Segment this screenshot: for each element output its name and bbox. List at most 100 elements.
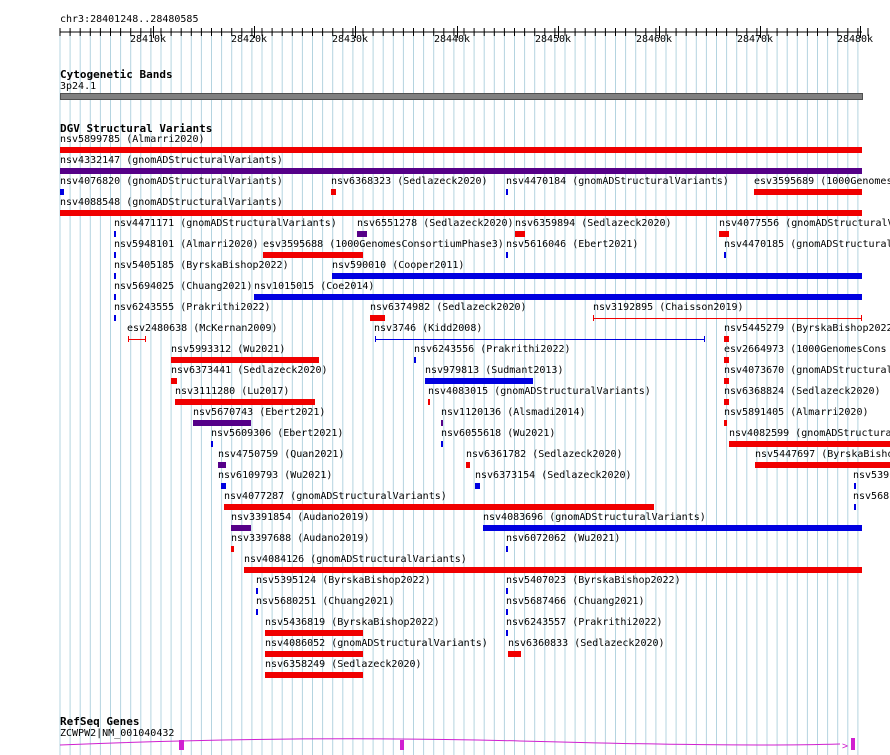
variant-bar[interactable] [60,147,862,153]
variant-label: nsv4471171 (gnomADStructuralVariants) [114,218,337,229]
coordinate-ruler[interactable]: 28410k 28420k 28430k 28440k 28450k 28460k 2847… [0,0,890,60]
variant-bar[interactable] [441,420,443,426]
variant-bar[interactable] [428,399,430,405]
ruler-tick-label: 28480k [836,34,874,45]
variant-bar[interactable] [175,399,315,405]
variant-bar[interactable] [231,546,234,552]
variant-bar[interactable] [375,336,705,342]
variant-bar[interactable] [414,357,416,363]
variant-bar[interactable] [171,357,319,363]
variant-bar[interactable] [593,315,862,321]
ruler-tick-label: 28470k [736,34,774,45]
variant-bar[interactable] [729,441,890,447]
variant-label: nsv5445279 (ByrskaBishop2022 [724,323,890,334]
variant-bar[interactable] [331,189,336,195]
variant-bar[interactable] [425,378,533,384]
ruler-major-tick [355,26,356,38]
variant-bar[interactable] [218,462,226,468]
variant-bar[interactable] [370,315,385,321]
variant-label: nsv6072062 (Wu2021) [506,533,621,544]
variant-bar[interactable] [854,504,856,510]
variant-bar[interactable] [128,336,146,342]
ruler-major-tick [558,26,559,38]
variant-label: nsv6243555 (Prakrithi2022) [114,302,271,313]
variant-bar[interactable] [724,399,729,405]
variant-label: nsv6373154 (Sedlazeck2020) [475,470,632,481]
variant-bar[interactable] [114,273,116,279]
variant-label: nsv6243556 (Prakrithi2022) [414,344,571,355]
variant-bar[interactable] [224,504,654,510]
variant-bar[interactable] [515,231,525,237]
variant-label: esv2664973 (1000GenomesCons [724,344,887,355]
variant-bar[interactable] [265,672,363,678]
variant-bar[interactable] [265,630,363,636]
variant-bar[interactable] [193,420,251,426]
variant-label: nsv4073670 (gnomADStructural [724,365,890,376]
variant-bar[interactable] [60,210,862,216]
variant-bar[interactable] [724,357,729,363]
variant-bar[interactable] [114,315,116,321]
variant-label: nsv3192895 (Chaisson2019) [593,302,744,313]
variant-bar[interactable] [506,189,508,195]
variant-bar[interactable] [854,483,856,489]
variant-bar[interactable] [506,609,508,615]
variant-bar[interactable] [724,420,727,426]
variant-bar[interactable] [724,336,729,342]
variant-label: nsv3391854 (Audano2019) [231,512,370,523]
variant-bar[interactable] [60,189,64,195]
variant-bar[interactable] [508,651,521,657]
variant-label: nsv4086052 (gnomADStructuralVariants) [265,638,488,649]
ruler-major-tick [254,26,255,38]
variant-label: nsv6360833 (Sedlazeck2020) [508,638,665,649]
variant-bar[interactable] [506,630,508,636]
variant-bar[interactable] [244,567,862,573]
variant-bar[interactable] [254,294,862,300]
gene-strand-arrow-icon: > [842,741,848,752]
variant-label: nsv6368323 (Sedlazeck2020) [331,176,488,187]
variant-bar[interactable] [265,651,363,657]
variant-label: nsv3111280 (Lu2017) [175,386,290,397]
variant-bar[interactable] [506,546,508,552]
variant-label: nsv5993312 (Wu2021) [171,344,286,355]
variant-bar[interactable] [60,168,862,174]
variant-bar[interactable] [506,588,508,594]
variant-bar[interactable] [506,252,508,258]
ruler-tick-label: 28440k [433,34,471,45]
variant-label: nsv979813 (Sudmant2013) [425,365,564,376]
ruler-tick-label: 28410k [129,34,167,45]
variant-bar[interactable] [724,378,729,384]
variant-bar[interactable] [483,525,862,531]
variant-bar[interactable] [171,378,177,384]
variant-bar[interactable] [114,252,116,258]
gene-model[interactable]: > [0,736,890,752]
variant-bar[interactable] [114,294,116,300]
variant-bar-line [376,339,704,340]
variant-label: nsv3746 (Kidd2008) [374,323,483,334]
gene-intron-line [59,738,841,746]
variant-bar[interactable] [256,588,258,594]
variant-label: nsv5948101 (Almarri2020) [114,239,259,250]
variant-bar[interactable] [441,441,443,447]
variant-bar[interactable] [755,462,890,468]
variant-bar[interactable] [724,252,726,258]
variant-bar[interactable] [357,231,367,237]
variant-bar[interactable] [719,231,729,237]
variant-bar[interactable] [231,525,251,531]
cytoband-track-title: Cytogenetic Bands [60,68,173,81]
variant-bar[interactable] [332,273,862,279]
cytoband-bar[interactable] [60,93,863,100]
variant-bar[interactable] [256,609,258,615]
genome-browser-view[interactable]: chr3:28401248..28480585 28410k 28420k 2843… [0,0,890,755]
variant-bar[interactable] [466,462,470,468]
ruler-major-tick [153,26,154,38]
variant-bar[interactable] [221,483,226,489]
variant-bar[interactable] [263,252,363,258]
variant-bar[interactable] [114,231,116,237]
variant-bar-line [129,339,145,340]
variant-bar[interactable] [754,189,862,195]
variant-bar[interactable] [475,483,480,489]
variant-label: nsv6361782 (Sedlazeck2020) [466,449,623,460]
variant-label: nsv6243557 (Prakrithi2022) [506,617,663,628]
variant-label: nsv4083696 (gnomADStructuralVariants) [483,512,706,523]
variant-bar[interactable] [211,441,213,447]
